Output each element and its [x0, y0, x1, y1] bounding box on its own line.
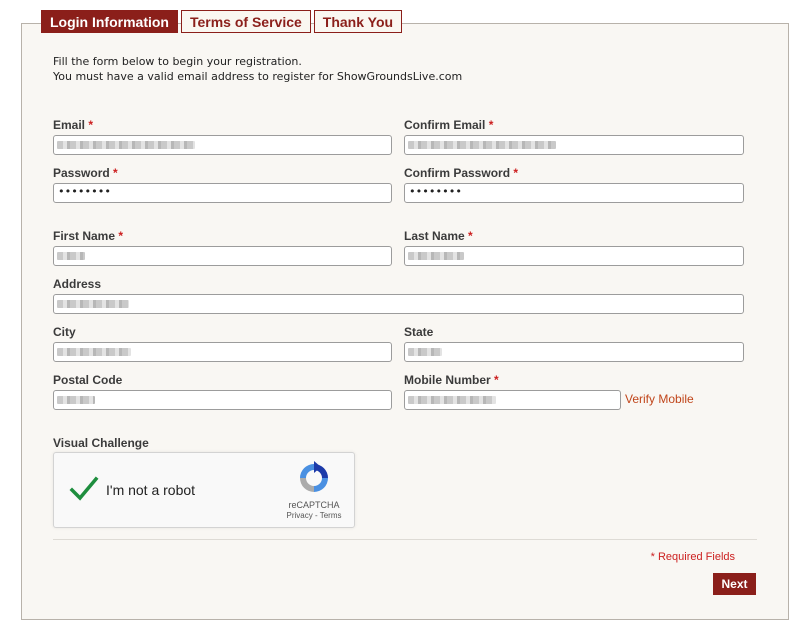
intro-line-2: You must have a valid email address to r…	[53, 70, 463, 83]
redacted-value	[408, 396, 496, 404]
password-label: Password *	[53, 166, 118, 180]
divider	[53, 539, 757, 540]
postal-code-label: Postal Code	[53, 373, 123, 387]
recaptcha-widget: I'm not a robot reCAPTCHA Privacy - Term…	[53, 452, 355, 528]
state-field[interactable]	[404, 342, 744, 362]
recaptcha-checkbox-label: I'm not a robot	[106, 482, 196, 498]
confirm-email-label: Confirm Email *	[404, 118, 494, 132]
password-value: ••••••••	[58, 185, 111, 198]
tab-terms-of-service[interactable]: Terms of Service	[180, 10, 311, 33]
first-name-field[interactable]	[53, 246, 392, 266]
intro-text: Fill the form below to begin your regist…	[53, 54, 462, 84]
email-label: Email *	[53, 118, 94, 132]
email-field[interactable]	[53, 135, 392, 155]
postal-code-field[interactable]	[53, 390, 392, 410]
tab-thank-you[interactable]: Thank You	[313, 10, 403, 33]
mobile-number-label: Mobile Number *	[404, 373, 499, 387]
city-label: City	[53, 325, 76, 339]
required-marker: *	[88, 118, 94, 132]
redacted-value	[408, 252, 464, 260]
redacted-value	[57, 348, 131, 356]
recaptcha-logo-icon	[300, 461, 328, 492]
visual-challenge-label: Visual Challenge	[53, 436, 149, 450]
checkmark-icon[interactable]	[68, 473, 100, 505]
next-button[interactable]: Next	[713, 573, 756, 595]
required-fields-note: * Required Fields	[650, 551, 735, 563]
address-field[interactable]	[53, 294, 744, 314]
password-field[interactable]: ••••••••	[53, 183, 392, 203]
required-marker: *	[494, 373, 499, 387]
first-name-label: First Name *	[53, 229, 124, 243]
verify-mobile-link[interactable]: Verify Mobile	[625, 392, 694, 406]
recaptcha-brand: reCAPTCHA	[288, 500, 340, 510]
confirm-password-value: ••••••••	[409, 185, 462, 198]
redacted-value	[57, 396, 95, 404]
confirm-email-field[interactable]	[404, 135, 744, 155]
redacted-value	[408, 348, 442, 356]
state-label: State	[404, 325, 434, 339]
recaptcha-privacy-terms[interactable]: Privacy - Terms	[270, 511, 358, 520]
city-field[interactable]	[53, 342, 392, 362]
intro-line-1: Fill the form below to begin your regist…	[53, 55, 302, 68]
redacted-value	[57, 252, 85, 260]
confirm-password-label: Confirm Password *	[404, 166, 519, 180]
required-marker: *	[468, 229, 473, 243]
mobile-number-field[interactable]	[404, 390, 621, 410]
last-name-label: Last Name *	[404, 229, 473, 243]
required-marker: *	[113, 166, 118, 180]
registration-tabs: Login Information Terms of Service Thank…	[41, 10, 403, 33]
confirm-password-field[interactable]: ••••••••	[404, 183, 744, 203]
last-name-field[interactable]	[404, 246, 744, 266]
required-marker: *	[513, 166, 519, 180]
address-label: Address	[53, 277, 102, 291]
required-marker: *	[488, 118, 494, 132]
tab-login-information[interactable]: Login Information	[41, 10, 178, 33]
registration-form-panel: Fill the form below to begin your regist…	[21, 23, 789, 620]
redacted-value	[57, 141, 195, 149]
redacted-value	[408, 141, 556, 149]
redacted-value	[57, 300, 129, 308]
required-marker: *	[118, 229, 124, 243]
